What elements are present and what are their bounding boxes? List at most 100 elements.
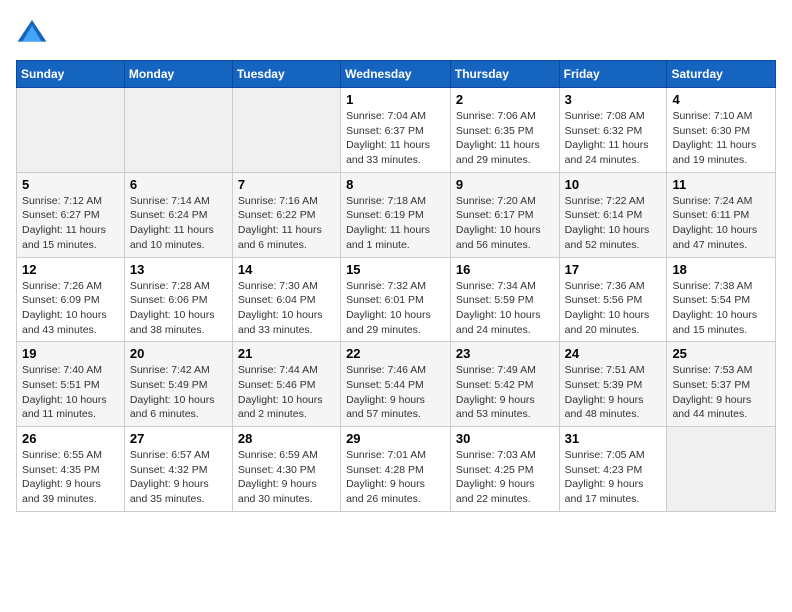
day-info: Sunrise: 7:06 AM Sunset: 6:35 PM Dayligh… bbox=[456, 109, 554, 168]
day-number: 22 bbox=[346, 346, 445, 361]
calendar-cell: 29 Sunrise: 7:01 AM Sunset: 4:28 PM Dayli… bbox=[341, 427, 451, 512]
page-header bbox=[16, 16, 776, 48]
day-info: Sunrise: 7:22 AM Sunset: 6:14 PM Dayligh… bbox=[565, 194, 662, 253]
calendar-header-row: SundayMondayTuesdayWednesdayThursdayFrid… bbox=[17, 61, 776, 88]
day-info: Sunrise: 7:24 AM Sunset: 6:11 PM Dayligh… bbox=[672, 194, 770, 253]
header-wednesday: Wednesday bbox=[341, 61, 451, 88]
day-info: Sunrise: 7:03 AM Sunset: 4:25 PM Dayligh… bbox=[456, 448, 554, 507]
day-number: 31 bbox=[565, 431, 662, 446]
day-number: 11 bbox=[672, 177, 770, 192]
day-info: Sunrise: 7:49 AM Sunset: 5:42 PM Dayligh… bbox=[456, 363, 554, 422]
calendar-cell bbox=[232, 88, 340, 173]
day-number: 4 bbox=[672, 92, 770, 107]
day-number: 13 bbox=[130, 262, 227, 277]
day-info: Sunrise: 7:44 AM Sunset: 5:46 PM Dayligh… bbox=[238, 363, 335, 422]
week-row-5: 26 Sunrise: 6:55 AM Sunset: 4:35 PM Dayli… bbox=[17, 427, 776, 512]
day-number: 28 bbox=[238, 431, 335, 446]
day-info: Sunrise: 7:51 AM Sunset: 5:39 PM Dayligh… bbox=[565, 363, 662, 422]
calendar-cell: 13 Sunrise: 7:28 AM Sunset: 6:06 PM Dayli… bbox=[124, 257, 232, 342]
calendar-cell: 28 Sunrise: 6:59 AM Sunset: 4:30 PM Dayli… bbox=[232, 427, 340, 512]
calendar-cell: 11 Sunrise: 7:24 AM Sunset: 6:11 PM Dayli… bbox=[667, 172, 776, 257]
calendar-cell bbox=[17, 88, 125, 173]
day-number: 2 bbox=[456, 92, 554, 107]
day-info: Sunrise: 7:05 AM Sunset: 4:23 PM Dayligh… bbox=[565, 448, 662, 507]
day-number: 29 bbox=[346, 431, 445, 446]
day-info: Sunrise: 7:26 AM Sunset: 6:09 PM Dayligh… bbox=[22, 279, 119, 338]
header-sunday: Sunday bbox=[17, 61, 125, 88]
day-number: 16 bbox=[456, 262, 554, 277]
calendar-cell: 20Sunrise: 7:42 AM Sunset: 5:49 PM Dayli… bbox=[124, 342, 232, 427]
day-number: 20 bbox=[130, 346, 227, 361]
day-info: Sunrise: 7:20 AM Sunset: 6:17 PM Dayligh… bbox=[456, 194, 554, 253]
header-tuesday: Tuesday bbox=[232, 61, 340, 88]
day-info: Sunrise: 7:12 AM Sunset: 6:27 PM Dayligh… bbox=[22, 194, 119, 253]
calendar-cell: 25 Sunrise: 7:53 AM Sunset: 5:37 PM Dayli… bbox=[667, 342, 776, 427]
calendar-cell: 3 Sunrise: 7:08 AM Sunset: 6:32 PM Daylig… bbox=[559, 88, 667, 173]
day-info: Sunrise: 7:38 AM Sunset: 5:54 PM Dayligh… bbox=[672, 279, 770, 338]
day-number: 8 bbox=[346, 177, 445, 192]
calendar-cell: 1Sunrise: 7:04 AM Sunset: 6:37 PM Daylig… bbox=[341, 88, 451, 173]
calendar-cell: 31 Sunrise: 7:05 AM Sunset: 4:23 PM Dayli… bbox=[559, 427, 667, 512]
day-info: Sunrise: 7:01 AM Sunset: 4:28 PM Dayligh… bbox=[346, 448, 445, 507]
calendar-cell: 19 Sunrise: 7:40 AM Sunset: 5:51 PM Dayli… bbox=[17, 342, 125, 427]
day-number: 17 bbox=[565, 262, 662, 277]
header-thursday: Thursday bbox=[450, 61, 559, 88]
day-number: 7 bbox=[238, 177, 335, 192]
day-number: 30 bbox=[456, 431, 554, 446]
calendar-cell bbox=[124, 88, 232, 173]
calendar-cell: 2 Sunrise: 7:06 AM Sunset: 6:35 PM Daylig… bbox=[450, 88, 559, 173]
logo-icon bbox=[16, 16, 48, 48]
week-row-3: 12 Sunrise: 7:26 AM Sunset: 6:09 PM Dayli… bbox=[17, 257, 776, 342]
day-number: 5 bbox=[22, 177, 119, 192]
calendar-cell: 16 Sunrise: 7:34 AM Sunset: 5:59 PM Dayli… bbox=[450, 257, 559, 342]
header-friday: Friday bbox=[559, 61, 667, 88]
calendar: SundayMondayTuesdayWednesdayThursdayFrid… bbox=[16, 60, 776, 512]
calendar-cell: 14 Sunrise: 7:30 AM Sunset: 6:04 PM Dayli… bbox=[232, 257, 340, 342]
week-row-2: 5 Sunrise: 7:12 AM Sunset: 6:27 PM Daylig… bbox=[17, 172, 776, 257]
day-number: 25 bbox=[672, 346, 770, 361]
calendar-cell: 26 Sunrise: 6:55 AM Sunset: 4:35 PM Dayli… bbox=[17, 427, 125, 512]
calendar-cell: 23 Sunrise: 7:49 AM Sunset: 5:42 PM Dayli… bbox=[450, 342, 559, 427]
calendar-cell: 30 Sunrise: 7:03 AM Sunset: 4:25 PM Dayli… bbox=[450, 427, 559, 512]
day-info: Sunrise: 7:28 AM Sunset: 6:06 PM Dayligh… bbox=[130, 279, 227, 338]
day-info: Sunrise: 7:08 AM Sunset: 6:32 PM Dayligh… bbox=[565, 109, 662, 168]
day-number: 23 bbox=[456, 346, 554, 361]
day-number: 26 bbox=[22, 431, 119, 446]
day-info: Sunrise: 7:30 AM Sunset: 6:04 PM Dayligh… bbox=[238, 279, 335, 338]
day-info: Sunrise: 7:40 AM Sunset: 5:51 PM Dayligh… bbox=[22, 363, 119, 422]
calendar-cell: 22 Sunrise: 7:46 AM Sunset: 5:44 PM Dayli… bbox=[341, 342, 451, 427]
day-info: Sunrise: 7:10 AM Sunset: 6:30 PM Dayligh… bbox=[672, 109, 770, 168]
day-info: Sunrise: 6:55 AM Sunset: 4:35 PM Dayligh… bbox=[22, 448, 119, 507]
week-row-1: 1Sunrise: 7:04 AM Sunset: 6:37 PM Daylig… bbox=[17, 88, 776, 173]
calendar-cell: 6Sunrise: 7:14 AM Sunset: 6:24 PM Daylig… bbox=[124, 172, 232, 257]
calendar-cell: 12 Sunrise: 7:26 AM Sunset: 6:09 PM Dayli… bbox=[17, 257, 125, 342]
calendar-cell: 5 Sunrise: 7:12 AM Sunset: 6:27 PM Daylig… bbox=[17, 172, 125, 257]
day-number: 27 bbox=[130, 431, 227, 446]
day-number: 3 bbox=[565, 92, 662, 107]
day-number: 19 bbox=[22, 346, 119, 361]
day-info: Sunrise: 7:34 AM Sunset: 5:59 PM Dayligh… bbox=[456, 279, 554, 338]
calendar-cell bbox=[667, 427, 776, 512]
calendar-cell: 18 Sunrise: 7:38 AM Sunset: 5:54 PM Dayli… bbox=[667, 257, 776, 342]
calendar-cell: 21 Sunrise: 7:44 AM Sunset: 5:46 PM Dayli… bbox=[232, 342, 340, 427]
day-number: 15 bbox=[346, 262, 445, 277]
calendar-cell: 15Sunrise: 7:32 AM Sunset: 6:01 PM Dayli… bbox=[341, 257, 451, 342]
day-number: 18 bbox=[672, 262, 770, 277]
day-info: Sunrise: 7:36 AM Sunset: 5:56 PM Dayligh… bbox=[565, 279, 662, 338]
header-monday: Monday bbox=[124, 61, 232, 88]
day-number: 14 bbox=[238, 262, 335, 277]
day-number: 21 bbox=[238, 346, 335, 361]
day-info: Sunrise: 7:04 AM Sunset: 6:37 PM Dayligh… bbox=[346, 109, 445, 168]
day-info: Sunrise: 7:46 AM Sunset: 5:44 PM Dayligh… bbox=[346, 363, 445, 422]
calendar-cell: 27Sunrise: 6:57 AM Sunset: 4:32 PM Dayli… bbox=[124, 427, 232, 512]
day-info: Sunrise: 6:59 AM Sunset: 4:30 PM Dayligh… bbox=[238, 448, 335, 507]
day-number: 12 bbox=[22, 262, 119, 277]
calendar-cell: 8Sunrise: 7:18 AM Sunset: 6:19 PM Daylig… bbox=[341, 172, 451, 257]
day-info: Sunrise: 7:53 AM Sunset: 5:37 PM Dayligh… bbox=[672, 363, 770, 422]
week-row-4: 19 Sunrise: 7:40 AM Sunset: 5:51 PM Dayli… bbox=[17, 342, 776, 427]
day-number: 10 bbox=[565, 177, 662, 192]
calendar-cell: 4 Sunrise: 7:10 AM Sunset: 6:30 PM Daylig… bbox=[667, 88, 776, 173]
logo bbox=[16, 16, 52, 48]
day-number: 9 bbox=[456, 177, 554, 192]
calendar-cell: 7Sunrise: 7:16 AM Sunset: 6:22 PM Daylig… bbox=[232, 172, 340, 257]
